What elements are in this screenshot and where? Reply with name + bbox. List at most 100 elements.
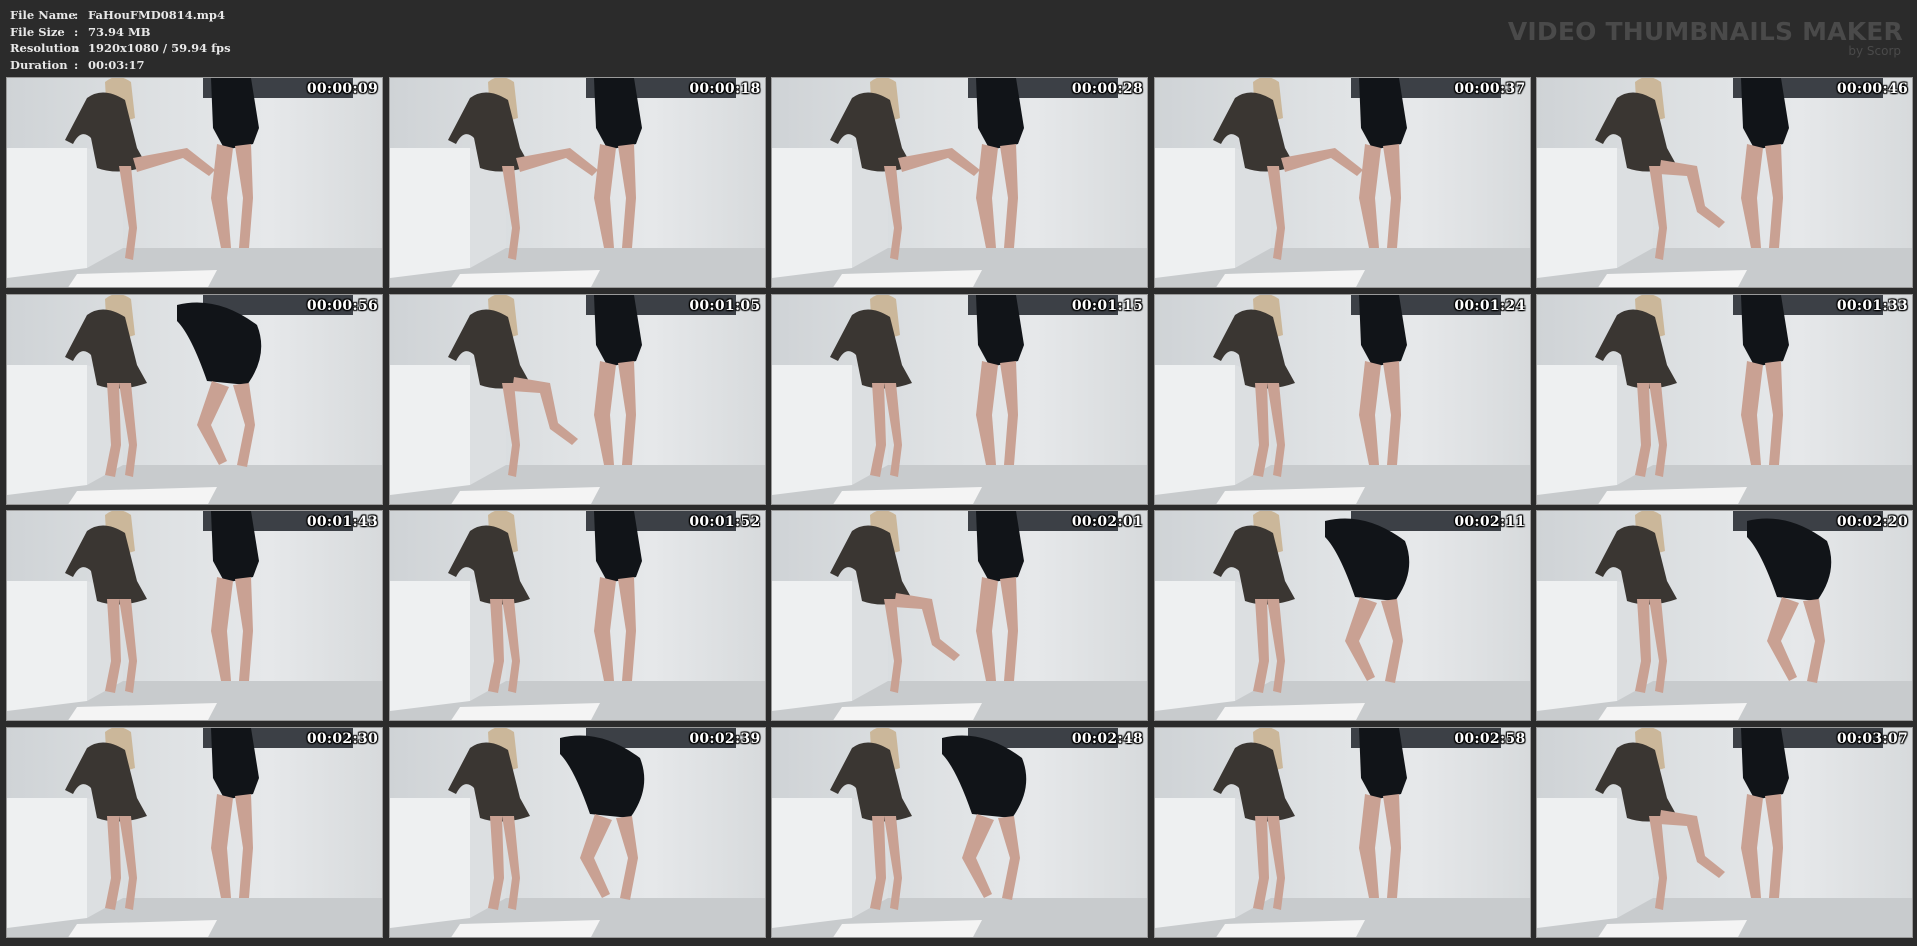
bodysuit [211,78,259,150]
cabinet [1537,364,1617,495]
timestamp: 00:00:37 [1454,81,1526,97]
leg [211,793,233,898]
thumbnail-scene [1154,78,1530,287]
leg [197,380,229,465]
thumbnail-grid: 00:00:09 00:00:18 00:00:28 00:00:37 00:00:46… [6,77,1913,938]
brand-watermark: VIDEO THUMBNAILS MAKER by Scorp [1507,17,1903,58]
timestamp: 00:01:15 [1071,297,1143,314]
timestamp: 00:03:07 [1836,730,1908,747]
thumbnail-scene [1537,78,1912,287]
video-thumbnail[interactable]: 00:00:09 [6,77,383,288]
leg [617,144,636,248]
raised-leg [133,148,215,176]
separator: : [74,57,79,72]
bodysuit [1741,294,1789,367]
video-thumbnail[interactable]: 00:00:46 [1536,77,1913,288]
cabinet [389,364,470,495]
video-thumbnail[interactable]: 00:00:37 [1153,77,1531,288]
cabinet [1154,797,1235,928]
resolution-label: Resolution [10,41,80,55]
video-thumbnail[interactable]: 00:00:18 [388,77,766,288]
video-thumbnail[interactable]: 00:01:52 [388,510,766,721]
woman-right [1747,518,1832,683]
raised-leg [894,593,960,661]
woman-right [1358,727,1407,898]
thumbnail-scene [772,294,1147,504]
leg [1382,144,1401,248]
bodysuit [593,511,642,583]
cabinet [772,148,852,278]
woman-right [559,735,644,900]
thumbnail-scene [7,511,382,720]
cabinet [772,797,852,928]
timestamp: 00:00:46 [1836,81,1908,97]
timestamp: 00:02:48 [1071,730,1143,747]
video-thumbnail[interactable]: 00:00:28 [771,77,1148,288]
video-thumbnail[interactable]: 00:02:11 [1153,510,1531,721]
thumbnail-scene [7,294,382,504]
video-thumbnail[interactable]: 00:00:56 [6,293,383,505]
thumbnail-scene [7,78,382,287]
video-thumbnail[interactable]: 00:01:24 [1153,293,1531,505]
video-thumbnail[interactable]: 00:02:39 [388,726,766,938]
bodysuit [976,511,1024,583]
thumbnail-scene [1154,727,1530,937]
video-thumbnail[interactable]: 00:02:48 [771,726,1148,938]
thumbnail-scene [1537,511,1912,720]
separator: : [74,8,79,22]
leg [235,144,253,248]
leg [1741,360,1763,465]
video-thumbnail[interactable]: 00:02:01 [771,510,1148,721]
woman-right [976,511,1024,681]
duration-row: Duration : 00:03:17 [10,57,231,74]
woman-right [942,735,1027,900]
cabinet [772,581,852,711]
raised-leg [515,148,598,176]
file-name-value: FaHouFMD0814.mp4 [88,8,225,22]
leg [1000,144,1018,248]
video-thumbnail[interactable]: 00:01:15 [771,293,1148,505]
woman-right [1324,518,1409,683]
thumbnail-scene [1537,294,1912,504]
timestamp: 00:02:11 [1454,514,1526,530]
cabinet [7,797,87,928]
leg [593,360,616,465]
leg [976,360,998,465]
cabinet [7,148,87,278]
leg [1358,360,1381,465]
bodysuit [1741,78,1789,150]
brand-title: VIDEO THUMBNAILS MAKER [1507,17,1903,46]
timestamp: 00:01:24 [1454,297,1526,314]
cabinet [1537,797,1617,928]
woman-right [1741,727,1789,898]
raised-leg [1659,809,1725,878]
leg [1765,360,1783,465]
thumbnail-scene [772,727,1147,937]
video-thumbnail[interactable]: 00:03:07 [1536,726,1913,938]
woman-right [593,511,642,681]
timestamp: 00:00:28 [1071,81,1143,97]
timestamp: 00:01:33 [1836,297,1908,314]
timestamp: 00:02:58 [1454,730,1526,747]
leg [1767,597,1799,681]
cabinet [1154,148,1235,278]
leg [593,577,616,681]
timestamp: 00:00:09 [306,81,378,97]
video-thumbnail[interactable]: 00:01:33 [1536,293,1913,505]
video-thumbnail[interactable]: 00:01:43 [6,510,383,721]
file-name-label: File Name [10,8,76,22]
video-thumbnail[interactable]: 00:02:58 [1153,726,1531,938]
raised-leg [1280,148,1363,176]
woman-right [1358,294,1407,465]
bodysuit [1358,294,1407,367]
leg [233,382,255,467]
video-thumbnail[interactable]: 00:02:20 [1536,510,1913,721]
leg [1000,577,1018,681]
separator: : [74,24,79,39]
video-thumbnail[interactable]: 00:02:30 [6,726,383,938]
leg [593,144,616,248]
cabinet [772,364,852,495]
thumbnail-scene [1154,294,1530,504]
video-thumbnail[interactable]: 00:01:05 [388,293,766,505]
raised-leg [1659,160,1725,228]
